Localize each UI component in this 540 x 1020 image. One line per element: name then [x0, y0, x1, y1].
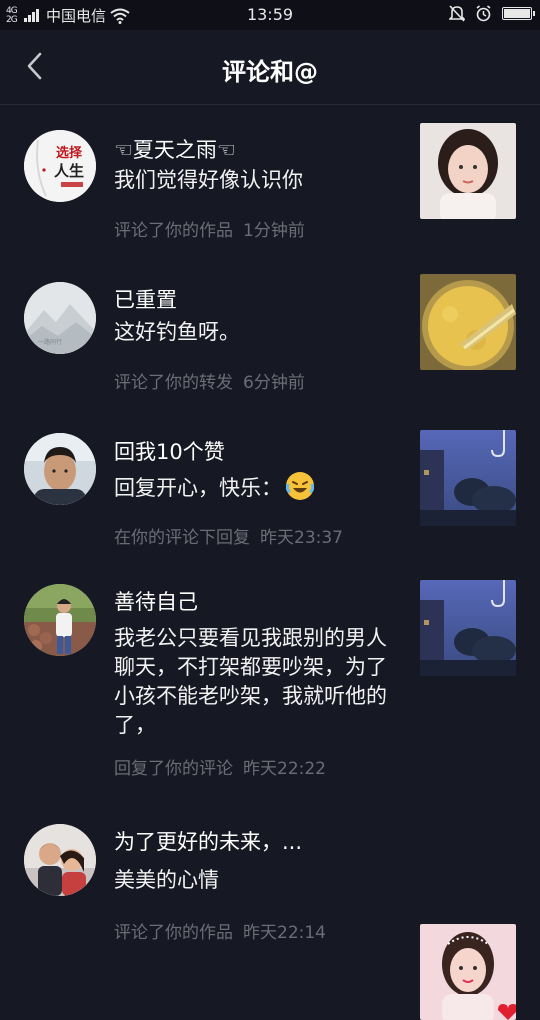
svg-text:一路同行: 一路同行 [38, 338, 62, 346]
user-name[interactable]: 善待自己 [114, 586, 198, 616]
comment-text: 美美的心情 [114, 868, 219, 892]
battery-icon [502, 7, 535, 20]
user-avatar[interactable] [24, 584, 96, 656]
laughing-tears-emoji [286, 472, 314, 500]
video-thumbnail[interactable] [420, 580, 516, 676]
notification-item[interactable]: 为了更好的未来，... 美美的心情 评论了你的作品 昨天22:14 [0, 798, 540, 1020]
comment-text: 我老公只要看见我跟别的男人聊天，不打架都要吵架，为了小孩不能老吵架，我就听他的了… [114, 626, 387, 737]
mountain-avatar: 一路同行 [24, 282, 96, 354]
user-avatar[interactable]: 选择 人生 [24, 130, 96, 202]
comment-text: 这好钓鱼呀。 [114, 320, 240, 344]
calligraphy-avatar: 选择 人生 [24, 130, 96, 202]
action-text: 在你的评论下回复 [114, 528, 250, 548]
timestamp: 6分钟前 [243, 373, 305, 393]
notification-meta: 回复了你的评论 昨天22:22 [114, 754, 326, 779]
user-avatar[interactable] [24, 433, 96, 505]
comment-text: 回复开心，快乐： [114, 472, 399, 503]
action-text: 评论了你的作品 [114, 221, 233, 241]
page-title: 评论和@ [222, 58, 318, 86]
comment-text-body: 回复开心，快乐： [114, 476, 282, 500]
action-text: 评论了你的作品 [114, 923, 233, 943]
notification-meta: 评论了你的转发 6分钟前 [114, 368, 305, 393]
outdoor-person-avatar [24, 584, 96, 656]
notification-item[interactable]: 回我10个赞 回复开心，快乐： 在你的评论下回复 昨天23:37 [0, 408, 540, 558]
comment-text: 我们觉得好像认识你 [114, 168, 303, 192]
notification-item[interactable]: 一路同行 已重置 这好钓鱼呀。 评论了你的转发 6分钟前 [0, 256, 540, 408]
notification-item[interactable]: 善待自己 我老公只要看见我跟别的男人聊天，不打架都要吵架，为了小孩不能老吵架，我… [0, 558, 540, 798]
couple-avatar [24, 824, 96, 896]
status-bar: 4G 2G 中国电信 13:59 [0, 0, 540, 30]
evening-sky-thumb [420, 430, 516, 526]
notification-item[interactable]: 选择 人生 ☜夏天之雨☜ 我们觉得好像认识你 评论了你的作品 1分钟前 [0, 106, 540, 256]
user-avatar[interactable]: 一路同行 [24, 282, 96, 354]
notification-meta: 评论了你的作品 1分钟前 [114, 216, 305, 241]
notification-meta: 在你的评论下回复 昨天23:37 [114, 523, 343, 548]
man-avatar [24, 433, 96, 505]
user-name[interactable]: 为了更好的未来，... [114, 826, 302, 856]
timestamp: 昨天23:37 [260, 528, 343, 548]
status-right [449, 5, 535, 22]
user-name[interactable]: 回我10个赞 [114, 436, 225, 466]
user-name[interactable]: 已重置 [114, 284, 177, 314]
user-avatar[interactable] [24, 824, 96, 896]
svg-text:人生: 人生 [54, 162, 84, 180]
mute-bell-icon [449, 5, 465, 22]
user-name[interactable]: ☜夏天之雨☜ [114, 134, 236, 164]
selfie-thumb [420, 123, 516, 219]
video-thumbnail[interactable] [420, 924, 516, 1020]
timestamp: 昨天22:14 [243, 923, 326, 943]
video-thumbnail[interactable] [420, 123, 516, 219]
evening-sky-thumb [420, 580, 516, 676]
notification-meta: 评论了你的作品 昨天22:14 [114, 918, 326, 943]
timestamp: 1分钟前 [243, 221, 305, 241]
video-thumbnail[interactable] [420, 274, 516, 370]
svg-text:选择: 选择 [56, 145, 83, 161]
nav-bar: 评论和@ [0, 30, 540, 105]
timestamp: 昨天22:22 [243, 759, 326, 779]
action-text: 评论了你的转发 [114, 373, 233, 393]
alarm-clock-icon [476, 5, 491, 22]
grain-thumb [420, 274, 516, 370]
action-text: 回复了你的评论 [114, 759, 233, 779]
pink-selfie-thumb [420, 924, 516, 1020]
video-thumbnail[interactable] [420, 430, 516, 526]
